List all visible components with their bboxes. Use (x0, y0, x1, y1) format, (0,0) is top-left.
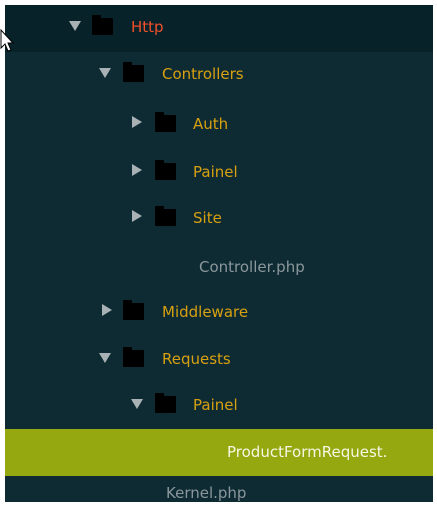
tree-item-label: Controllers (162, 65, 244, 83)
tree-item-site[interactable]: Site (5, 196, 433, 243)
mouse-pointer-icon (0, 29, 15, 52)
folder-icon (155, 160, 176, 180)
tree-item-requests-painel[interactable]: Painel (5, 383, 433, 430)
folder-icon (155, 206, 176, 226)
tree-item-label: ProductFormRequest. (227, 443, 388, 461)
collapse-arrow-icon[interactable] (132, 210, 142, 222)
folder-icon (155, 112, 176, 132)
collapse-arrow-icon[interactable] (102, 304, 112, 316)
tree-item-controllers[interactable]: Controllers (5, 52, 433, 99)
tree-item-label: Site (193, 209, 222, 227)
tree-item-label: Painel (193, 396, 238, 414)
tree-item-label: Auth (193, 115, 229, 133)
tree-item-productformrequest[interactable]: ProductFormRequest. (5, 429, 433, 476)
tree-item-controller-php[interactable]: Controller.php (5, 245, 433, 292)
tree-item-label: Kernel.php (166, 484, 247, 502)
tree-item-auth[interactable]: Auth (5, 102, 433, 149)
expand-arrow-icon[interactable] (99, 68, 111, 78)
folder-icon (155, 393, 176, 413)
folder-icon (123, 347, 144, 367)
expand-arrow-icon[interactable] (99, 353, 111, 363)
tree-item-label: Painel (193, 163, 238, 181)
tree-item-requests[interactable]: Requests (5, 337, 433, 384)
folder-icon (123, 300, 144, 320)
file-tree-panel: Http Controllers Auth Painel Site Contro… (5, 5, 433, 502)
tree-item-label: Requests (162, 350, 231, 368)
tree-item-middleware[interactable]: Middleware (5, 290, 433, 337)
folder-icon (123, 62, 144, 82)
folder-icon (92, 15, 113, 35)
collapse-arrow-icon[interactable] (132, 116, 142, 128)
collapse-arrow-icon[interactable] (132, 164, 142, 176)
expand-arrow-icon[interactable] (69, 21, 81, 31)
tree-item-http[interactable]: Http (5, 5, 433, 52)
tree-item-painel[interactable]: Painel (5, 150, 433, 197)
expand-arrow-icon[interactable] (131, 399, 143, 409)
tree-item-kernel-php[interactable]: Kernel.php (5, 471, 433, 502)
tree-item-label: Http (131, 18, 164, 36)
tree-item-label: Middleware (162, 303, 249, 321)
tree-item-label: Controller.php (199, 258, 305, 276)
